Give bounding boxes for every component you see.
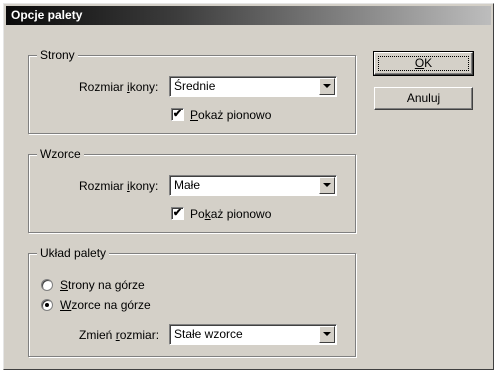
resize-value: Stałe wzorce xyxy=(174,327,243,341)
resize-select[interactable]: Stałe wzorce xyxy=(169,324,337,345)
ok-button[interactable]: OK xyxy=(373,51,474,76)
wzorce-vertical-label: Pokaż pionowo xyxy=(190,207,272,221)
chevron-down-icon[interactable] xyxy=(319,78,335,95)
chevron-down-icon[interactable] xyxy=(319,326,335,343)
pages-on-top-radio[interactable] xyxy=(41,279,53,291)
cancel-button[interactable]: Anuluj xyxy=(374,87,473,110)
wzorce-icon-size-select[interactable]: Małe xyxy=(169,175,337,196)
strony-icon-size-label: Rozmiar ikony: xyxy=(79,80,159,94)
layout-group: Układ palety Strony na górze Wzorce na g… xyxy=(28,246,356,357)
palette-options-dialog: Opcje palety Strony Rozmiar ikony: Średn… xyxy=(3,3,494,370)
layout-legend: Układ palety xyxy=(37,246,110,260)
pages-on-top-label: Strony na górze xyxy=(60,278,145,292)
strony-vertical-label: Pokaż pionowo xyxy=(190,108,272,122)
resize-label: Zmień rozmiar: xyxy=(79,328,160,342)
strony-group: Strony Rozmiar ikony: Średnie ✔ Pokaż pi… xyxy=(28,48,356,134)
chevron-down-icon[interactable] xyxy=(319,177,335,194)
strony-icon-size-select[interactable]: Średnie xyxy=(169,76,337,97)
focus-rect xyxy=(378,56,469,71)
patterns-on-top-radio[interactable] xyxy=(41,299,53,311)
patterns-on-top-label: Wzorce na górze xyxy=(60,298,151,312)
wzorce-legend: Wzorce xyxy=(37,147,84,161)
wzorce-vertical-checkbox[interactable]: ✔ xyxy=(171,207,184,220)
wzorce-icon-size-value: Małe xyxy=(174,178,201,192)
window-title: Opcje palety xyxy=(11,8,83,22)
wzorce-icon-size-label: Rozmiar ikony: xyxy=(79,179,159,193)
strony-legend: Strony xyxy=(37,48,78,62)
strony-icon-size-value: Średnie xyxy=(174,79,216,93)
title-bar[interactable]: Opcje palety xyxy=(6,6,491,25)
wzorce-group: Wzorce Rozmiar ikony: Małe ✔ Pokaż piono… xyxy=(28,147,356,233)
strony-vertical-checkbox[interactable]: ✔ xyxy=(171,108,184,121)
